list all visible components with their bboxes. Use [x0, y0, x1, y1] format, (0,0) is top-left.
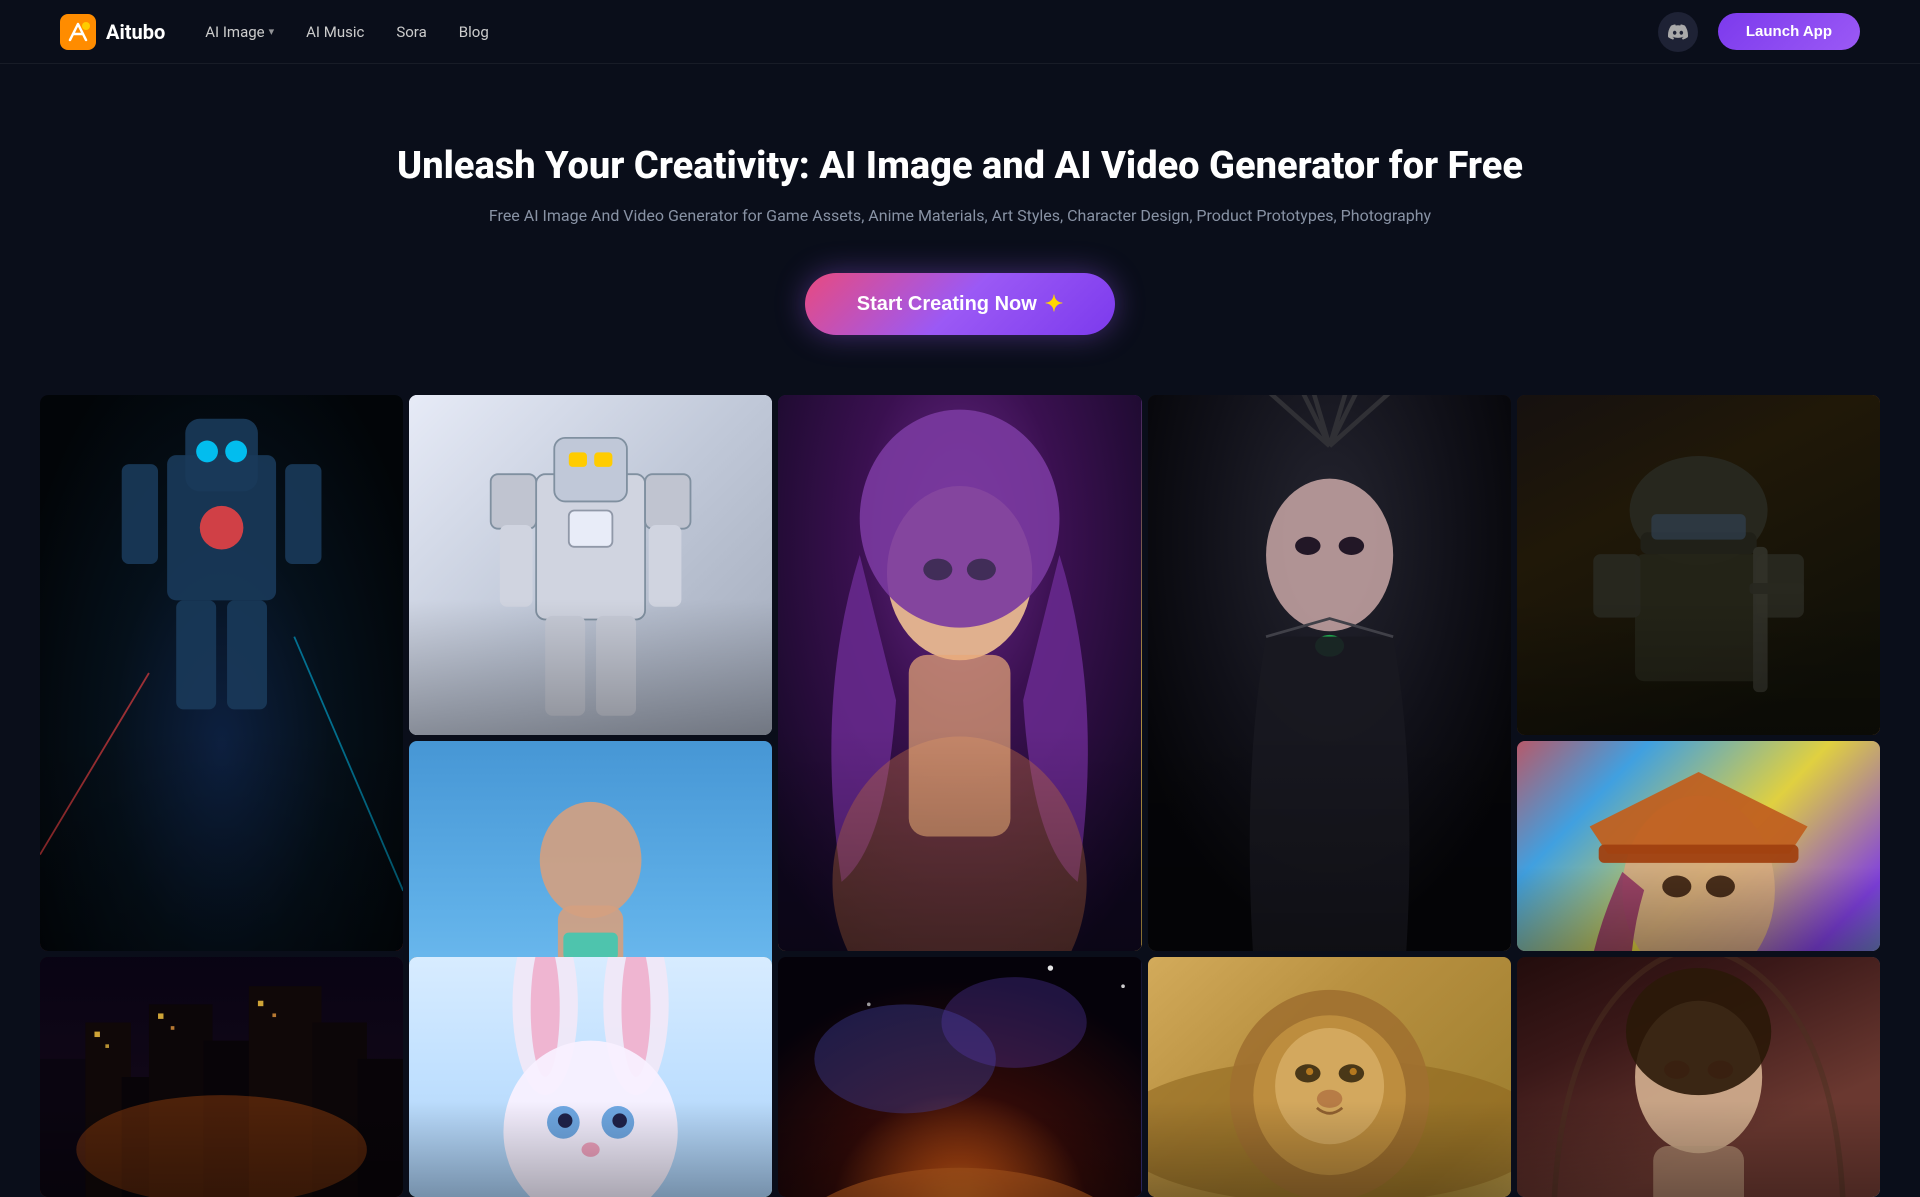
gallery-item-pirate-woman[interactable] [1517, 741, 1880, 951]
cta-label: Start Creating Now [857, 293, 1037, 316]
brand-name: Aitubo [106, 20, 165, 44]
discord-button[interactable] [1658, 12, 1698, 52]
launch-app-button[interactable]: Launch App [1718, 13, 1860, 50]
sparkle-icon: ✦ [1045, 291, 1063, 317]
nav-item-ai-image[interactable]: AI Image ▾ [205, 23, 274, 41]
hero-section: Unleash Your Creativity: AI Image and AI… [0, 64, 1920, 395]
nav-item-ai-music[interactable]: AI Music [306, 23, 364, 41]
gallery-item-city-night[interactable] [40, 957, 403, 1197]
start-creating-button[interactable]: Start Creating Now ✦ [805, 273, 1115, 335]
gallery-item-space[interactable] [778, 957, 1141, 1197]
discord-icon [1668, 22, 1688, 42]
chevron-down-icon: ▾ [269, 25, 275, 38]
gallery-item-soldier[interactable] [1517, 395, 1880, 735]
gallery-item-purple-woman[interactable] [778, 395, 1141, 951]
gallery-item-gundam[interactable] [409, 395, 772, 735]
hero-subtitle: Free AI Image And Video Generator for Ga… [20, 206, 1900, 225]
gallery-item-lion[interactable] [1148, 957, 1511, 1197]
gallery-item-woman-portrait[interactable] [1517, 957, 1880, 1197]
gallery-item-robot-warrior[interactable] [40, 395, 403, 951]
hero-title: Unleash Your Creativity: AI Image and AI… [20, 144, 1900, 188]
gallery-section [0, 395, 1920, 1197]
gallery-item-cute-rabbit[interactable] [409, 957, 772, 1197]
logo[interactable]: Aitubo [60, 14, 165, 50]
gallery-item-dark-fairy[interactable] [1148, 395, 1511, 951]
logo-icon [60, 14, 96, 50]
nav-item-sora[interactable]: Sora [396, 23, 426, 41]
nav-item-blog[interactable]: Blog [459, 23, 489, 41]
navbar: Aitubo AI Image ▾ AI Music Sora Blog [0, 0, 1920, 64]
